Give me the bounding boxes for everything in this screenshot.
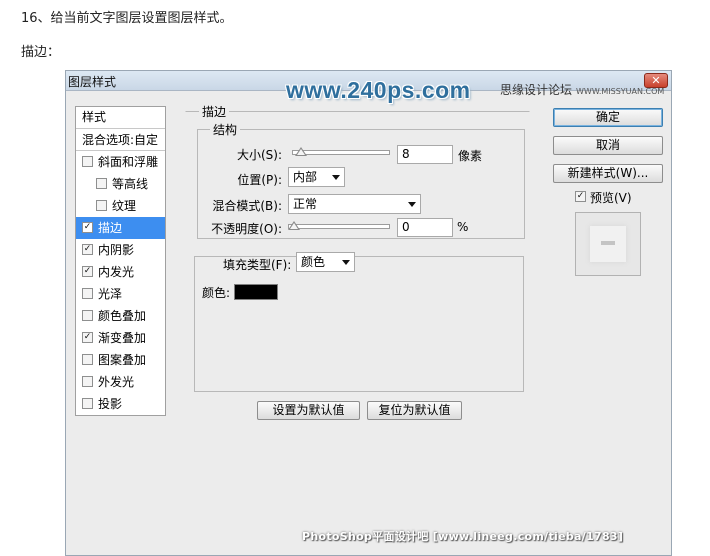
style-item-4[interactable]: ✓ 内阴影 xyxy=(76,239,165,261)
blend-mode-label: 混合模式(B): xyxy=(212,199,282,213)
footer-watermark: PhotoShop平面设计吧 [www.lineeg.com/tieba/178… xyxy=(302,530,624,543)
fill-type-label: 填充类型(F): xyxy=(223,258,292,272)
style-checkbox[interactable] xyxy=(82,310,93,321)
style-item-0[interactable]: 斜面和浮雕 xyxy=(76,151,165,173)
style-checkbox[interactable] xyxy=(82,354,93,365)
watermark-site-url: WWW.MISSYUAN.COM xyxy=(576,87,665,96)
article-section-label: 描边： xyxy=(21,45,61,60)
preview-checkbox[interactable]: ✓ xyxy=(575,191,586,202)
style-item-10[interactable]: 外发光 xyxy=(76,371,165,393)
styles-header[interactable]: 样式 xyxy=(76,107,165,129)
position-select[interactable]: 内部 xyxy=(288,167,345,187)
chevron-down-icon xyxy=(408,202,416,207)
new-style-button[interactable]: 新建样式(W)... xyxy=(553,164,663,183)
make-default-button[interactable]: 设置为默认值 xyxy=(257,401,360,420)
opacity-label: 不透明度(O): xyxy=(211,222,282,236)
size-label: 大小(S): xyxy=(236,148,282,162)
style-item-label: 内阴影 xyxy=(98,243,135,257)
chevron-down-icon xyxy=(332,175,340,180)
blend-mode-select-value: 正常 xyxy=(293,197,318,211)
article-step-text: 16、给当前文字图层设置图层样式。 xyxy=(21,11,233,26)
style-item-label: 投影 xyxy=(98,397,123,411)
style-checkbox[interactable] xyxy=(82,156,93,167)
opacity-slider-track[interactable] xyxy=(288,224,390,229)
style-item-8[interactable]: ✓ 渐变叠加 xyxy=(76,327,165,349)
stroke-group-title: 描边 xyxy=(199,103,230,120)
style-item-11[interactable]: 投影 xyxy=(76,393,165,415)
blend-options-item[interactable]: 混合选项:自定 xyxy=(76,129,165,151)
style-checkbox[interactable]: ✓ xyxy=(82,222,93,233)
style-item-label: 斜面和浮雕 xyxy=(98,155,159,169)
blend-mode-select[interactable]: 正常 xyxy=(288,194,421,214)
style-checkbox[interactable]: ✓ xyxy=(82,244,93,255)
style-item-5[interactable]: ✓ 内发光 xyxy=(76,261,165,283)
size-input[interactable]: 8 xyxy=(397,145,453,164)
size-slider-thumb[interactable] xyxy=(294,147,307,156)
style-checkbox[interactable] xyxy=(96,178,107,189)
watermark-site-name: 思缘设计论坛 xyxy=(500,83,573,97)
fill-type-select-value: 颜色 xyxy=(301,255,326,269)
opacity-input[interactable]: 0 xyxy=(397,218,453,237)
color-label: 颜色: xyxy=(202,286,231,300)
style-preview-swatch xyxy=(590,226,626,262)
style-item-label: 颜色叠加 xyxy=(98,309,147,323)
styles-list-panel: 样式 混合选项:自定 斜面和浮雕等高线纹理 ✓ 描边 ✓ 内阴影 ✓ 内发光光泽颜色叠加 ✓ 渐… xyxy=(75,106,166,416)
watermark-logo: www.240ps.com xyxy=(286,77,471,103)
fill-group xyxy=(194,256,524,392)
style-item-label: 描边 xyxy=(98,221,123,235)
layer-style-dialog: 图层样式 ✕ www.240ps.com 思缘设计论坛 WWW.MISSYUAN.… xyxy=(65,70,672,556)
fill-type-select[interactable]: 颜色 xyxy=(296,252,355,272)
style-checkbox[interactable]: ✓ xyxy=(82,266,93,277)
reset-default-button[interactable]: 复位为默认值 xyxy=(367,401,462,420)
style-item-6[interactable]: 光泽 xyxy=(76,283,165,305)
position-label: 位置(P): xyxy=(237,173,282,187)
dialog-title: 图层样式 xyxy=(68,75,117,89)
style-item-3[interactable]: ✓ 描边 xyxy=(76,217,165,239)
ok-button[interactable]: 确定 xyxy=(553,108,663,127)
style-item-label: 纹理 xyxy=(112,199,137,213)
style-checkbox[interactable]: ✓ xyxy=(82,332,93,343)
size-unit: 像素 xyxy=(458,149,483,163)
preview-label: 预览(V) xyxy=(590,191,632,205)
opacity-slider-thumb[interactable] xyxy=(288,221,300,230)
style-item-label: 图案叠加 xyxy=(98,353,147,367)
watermark-site: 思缘设计论坛 WWW.MISSYUAN.COM xyxy=(500,81,664,98)
style-item-9[interactable]: 图案叠加 xyxy=(76,349,165,371)
style-item-label: 内发光 xyxy=(98,265,135,279)
style-checkbox[interactable] xyxy=(82,288,93,299)
style-item-label: 外发光 xyxy=(98,375,135,389)
style-checkbox[interactable] xyxy=(82,376,93,387)
style-item-1[interactable]: 等高线 xyxy=(76,173,165,195)
chevron-down-icon xyxy=(342,260,350,265)
structure-group-title: 结构 xyxy=(210,121,241,138)
style-item-label: 等高线 xyxy=(112,177,149,191)
style-item-7[interactable]: 颜色叠加 xyxy=(76,305,165,327)
style-item-label: 光泽 xyxy=(98,287,123,301)
style-preview-thumbnail xyxy=(575,212,641,276)
position-select-value: 内部 xyxy=(293,170,318,184)
style-item-label: 渐变叠加 xyxy=(98,331,147,345)
stroke-color-swatch[interactable] xyxy=(234,284,278,300)
style-checkbox[interactable] xyxy=(82,398,93,409)
cancel-button[interactable]: 取消 xyxy=(553,136,663,155)
style-checkbox[interactable] xyxy=(96,200,107,211)
opacity-unit: % xyxy=(457,220,469,234)
style-item-2[interactable]: 纹理 xyxy=(76,195,165,217)
